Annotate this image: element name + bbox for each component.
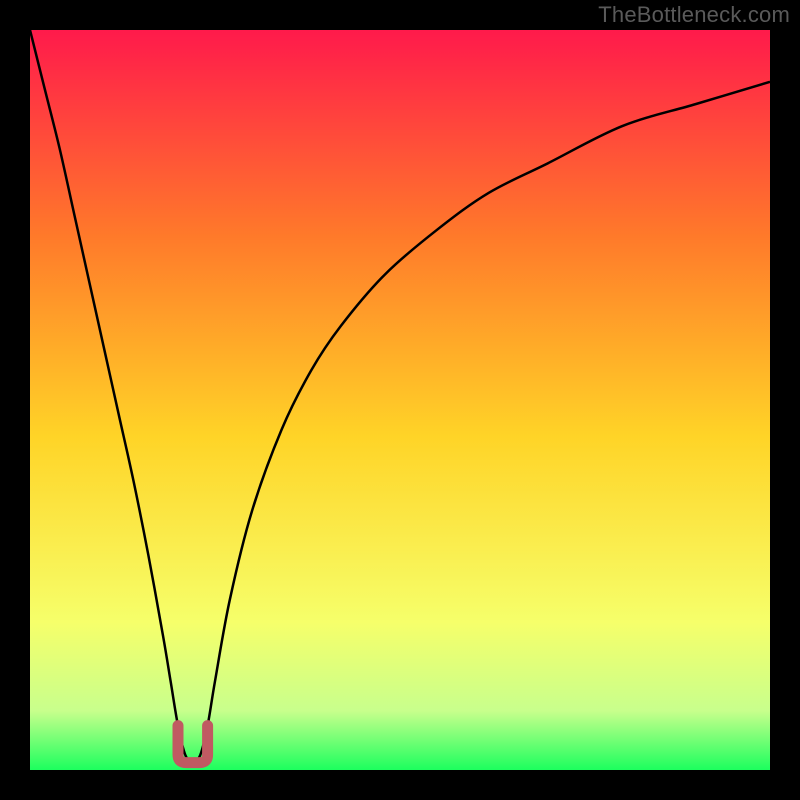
plot-area [30,30,770,770]
chart-frame: TheBottleneck.com [0,0,800,800]
gradient-background [30,30,770,770]
watermark-text: TheBottleneck.com [598,2,790,28]
chart-svg [30,30,770,770]
